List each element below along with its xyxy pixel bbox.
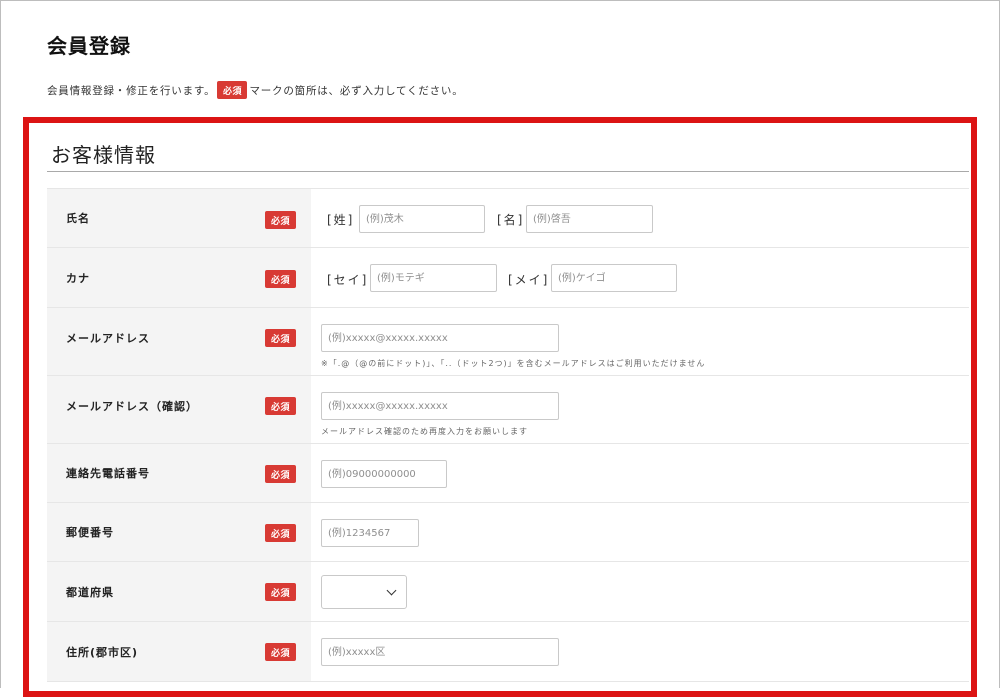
required-badge: 必須 (265, 397, 296, 415)
row-label-cell: メールアドレス 必須 (47, 308, 311, 375)
email-confirm-note: メールアドレス確認のため再度入力をお願いします (321, 427, 528, 436)
first-kana-input[interactable] (551, 264, 677, 292)
phone-label: 連絡先電話番号 (66, 467, 150, 480)
postal-label: 郵便番号 (66, 526, 114, 539)
email-note: ※「.@（@の前にドット)」、「..（ドット2つ)」を含むメールアドレスはご利用… (321, 359, 706, 368)
section-title: お客様情報 (51, 143, 156, 167)
required-badge: 必須 (265, 643, 296, 661)
row-label-cell: 住所(郡市区) 必須 (47, 622, 311, 681)
form-row-email-confirm: メールアドレス（確認） 必須 メールアドレス確認のため再度入力をお願いします (47, 376, 969, 444)
required-badge: 必須 (265, 465, 296, 483)
row-field-cell: メールアドレス確認のため再度入力をお願いします (311, 376, 969, 443)
row-field-cell (311, 622, 969, 681)
email-confirm-label: メールアドレス（確認） (66, 400, 198, 413)
form-row-address: 住所(郡市区) 必須 (47, 622, 969, 682)
row-field-cell (311, 562, 969, 621)
intro-text: 会員情報登録・修正を行います。 必須 マークの箇所は、必ず入力してください。 (47, 81, 464, 99)
form-row-email: メールアドレス 必須 ※「.@（@の前にドット)」、「..（ドット2つ)」を含む… (47, 308, 969, 376)
required-badge: 必須 (265, 524, 296, 542)
row-field-cell (311, 444, 969, 502)
last-name-input[interactable] (359, 205, 485, 233)
email-label: メールアドレス (66, 332, 150, 345)
address-input[interactable] (321, 638, 559, 666)
page-title: 会員登録 (47, 34, 131, 58)
last-name-bracket: [姓] (327, 213, 355, 227)
required-badge: 必須 (265, 583, 296, 601)
kana-label: カナ (66, 271, 90, 285)
row-label-cell: 連絡先電話番号 必須 (47, 444, 311, 502)
postal-input[interactable] (321, 519, 419, 547)
last-kana-bracket: [セイ] (327, 273, 369, 287)
row-field-cell: [セイ] [メイ] (311, 248, 969, 307)
chevron-down-icon (386, 585, 397, 596)
row-field-cell: [姓] [名] (311, 189, 969, 247)
row-label-cell: 郵便番号 必須 (47, 503, 311, 561)
required-badge: 必須 (265, 211, 296, 229)
section-divider (47, 171, 969, 172)
row-field-cell (311, 503, 969, 561)
form-row-kana: カナ 必須 [セイ] [メイ] (47, 248, 969, 308)
prefecture-select[interactable] (321, 575, 407, 609)
required-badge: 必須 (217, 81, 248, 99)
row-label-cell: カナ 必須 (47, 248, 311, 307)
required-badge: 必須 (265, 329, 296, 347)
intro-text-before: 会員情報登録・修正を行います。 (47, 84, 216, 97)
form-row-prefecture: 都道府県 必須 (47, 562, 969, 622)
last-kana-input[interactable] (370, 264, 497, 292)
prefecture-label: 都道府県 (66, 585, 114, 599)
row-field-cell: ※「.@（@の前にドット)」、「..（ドット2つ)」を含むメールアドレスはご利用… (311, 308, 969, 375)
form-row-phone: 連絡先電話番号 必須 (47, 444, 969, 503)
first-kana-bracket: [メイ] (508, 273, 550, 287)
phone-input[interactable] (321, 460, 447, 488)
required-badge: 必須 (265, 270, 296, 288)
first-name-input[interactable] (526, 205, 653, 233)
row-label-cell: 氏名 必須 (47, 189, 311, 247)
email-confirm-input[interactable] (321, 392, 559, 420)
intro-text-after: マークの箇所は、必ず入力してください。 (249, 84, 464, 97)
form-row-name: 氏名 必須 [姓] [名] (47, 188, 969, 248)
email-input[interactable] (321, 324, 559, 352)
form-row-postal: 郵便番号 必須 (47, 503, 969, 562)
row-label-cell: 都道府県 必須 (47, 562, 311, 621)
row-label-cell: メールアドレス（確認） 必須 (47, 376, 311, 443)
address-label: 住所(郡市区) (66, 645, 139, 659)
name-label: 氏名 (66, 212, 90, 225)
first-name-bracket: [名] (497, 213, 525, 227)
